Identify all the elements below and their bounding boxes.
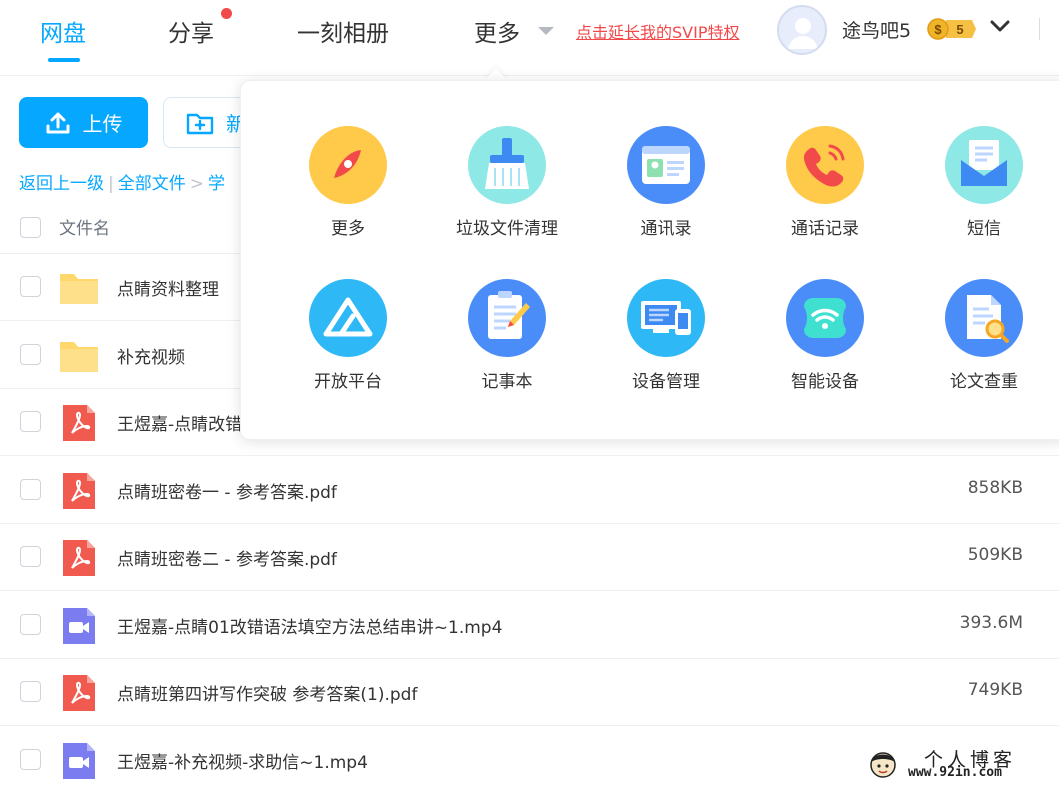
row-checkbox[interactable] [20, 411, 41, 432]
tool-call-log[interactable]: 通话记录 [755, 126, 895, 256]
row-checkbox[interactable] [20, 749, 41, 770]
wifi-icon [786, 279, 864, 357]
nav-tab-netdisk[interactable]: 网盘 [40, 14, 86, 48]
breadcrumb-chevron: > [189, 174, 204, 194]
active-tab-indicator [48, 58, 80, 62]
caret-down-icon[interactable] [538, 27, 554, 35]
default-user-icon [788, 18, 818, 49]
file-name[interactable]: 王煜嘉-点睛01改错语法填空方法总结串讲~1.mp4 [117, 613, 502, 638]
tool-label: 更多 [331, 219, 365, 239]
upload-label: 上传 [82, 112, 123, 136]
file-name[interactable]: 王煜嘉-点睛改错 [117, 410, 242, 435]
file-name[interactable]: 补充视频 [117, 343, 185, 368]
nav-tab-more[interactable]: 更多 [474, 14, 520, 48]
tool-open-platform[interactable]: 开放平台 [278, 279, 418, 409]
dropdown-caret [485, 68, 507, 80]
tool-contacts[interactable]: 通讯录 [596, 126, 736, 256]
username[interactable]: 途鸟吧5 [842, 16, 911, 43]
tool-junk-cleaner[interactable]: 垃圾文件清理 [437, 126, 577, 256]
breadcrumb-current[interactable]: 学 [208, 174, 225, 194]
breadcrumb: 返回上一级 | 全部文件 > 学 [19, 169, 225, 194]
file-size: 393.6M [959, 613, 1023, 633]
file-size: 749KB [967, 680, 1023, 700]
upload-button[interactable]: 上传 [19, 97, 148, 148]
chevron-down-icon[interactable] [989, 18, 1011, 34]
tool-paper-check[interactable]: 论文查重 [914, 279, 1054, 409]
row-checkbox[interactable] [20, 276, 41, 297]
breadcrumb-divider: | [108, 174, 114, 194]
open-platform-icon [309, 279, 387, 357]
tool-label: 通讯录 [640, 219, 692, 239]
row-checkbox[interactable] [20, 546, 41, 567]
document-search-icon [945, 279, 1023, 357]
file-name[interactable]: 点睛班密卷一 - 参考答案.pdf [117, 478, 337, 503]
pdf-file-icon [63, 473, 95, 509]
breadcrumb-back[interactable]: 返回上一级 [19, 174, 104, 194]
nav-tab-album[interactable]: 一刻相册 [297, 14, 389, 48]
video-file-icon [63, 608, 95, 644]
phone-icon [786, 126, 864, 204]
file-size: 509KB [967, 545, 1023, 565]
pdf-file-icon [63, 675, 95, 711]
pdf-file-icon [63, 540, 95, 576]
file-name[interactable]: 点睛班密卷二 - 参考答案.pdf [117, 545, 337, 570]
share-notification-dot [221, 8, 232, 19]
file-name[interactable]: 点睛班第四讲写作突破 参考答案(1).pdf [117, 680, 417, 705]
file-size: 858KB [967, 478, 1023, 498]
tool-notepad[interactable]: 记事本 [437, 279, 577, 409]
table-row[interactable]: 点睛班密卷一 - 参考答案.pdf 858KB [0, 457, 1059, 524]
video-file-icon [63, 743, 95, 779]
row-checkbox[interactable] [20, 479, 41, 500]
nav-tab-share[interactable]: 分享 [168, 14, 214, 48]
table-row[interactable]: 点睛班第四讲写作突破 参考答案(1).pdf 749KB [0, 659, 1059, 726]
folder-plus-icon [186, 113, 214, 134]
svg-text:5: 5 [956, 22, 963, 37]
broom-icon [468, 126, 546, 204]
tool-label: 垃圾文件清理 [456, 219, 558, 239]
select-all-checkbox[interactable] [20, 217, 41, 238]
breadcrumb-all-files[interactable]: 全部文件 [118, 174, 186, 194]
row-checkbox[interactable] [20, 344, 41, 365]
nav-divider [1039, 18, 1040, 40]
envelope-icon [945, 126, 1023, 204]
watermark-url: www.92in.com [908, 765, 1002, 780]
tool-label: 通话记录 [791, 219, 859, 239]
tool-device-management[interactable]: 设备管理 [596, 279, 736, 409]
more-tools-panel: 更多 垃圾文件清理 通讯录 通话记录 短信 开放平台 记事本 设备管理 智能设备… [240, 80, 1059, 440]
tool-label: 论文查重 [950, 372, 1018, 392]
cartoon-face-icon [870, 752, 896, 778]
file-name[interactable]: 王煜嘉-补充视频-求助信~1.mp4 [117, 748, 368, 773]
tool-label: 智能设备 [791, 372, 859, 392]
column-header-filename[interactable]: 文件名 [59, 214, 110, 239]
svg-text:$: $ [934, 22, 942, 37]
row-checkbox[interactable] [20, 614, 41, 635]
tool-label: 短信 [967, 219, 1001, 239]
blog-watermark: 个人博客 www.92in.com [862, 745, 1052, 783]
compass-icon [309, 126, 387, 204]
svip-renew-link[interactable]: 点击延长我的SVIP特权 [576, 19, 739, 43]
folder-icon [60, 274, 98, 304]
notepad-icon [468, 279, 546, 357]
tool-smart-devices[interactable]: 智能设备 [755, 279, 895, 409]
table-row[interactable]: 王煜嘉-点睛01改错语法填空方法总结串讲~1.mp4 393.6M [0, 592, 1059, 659]
tool-sms[interactable]: 短信 [914, 126, 1054, 256]
folder-icon [60, 342, 98, 372]
pdf-file-icon [63, 405, 95, 441]
svip-badge: $ 5 [924, 16, 976, 42]
tool-label: 开放平台 [314, 372, 382, 392]
contact-card-icon [627, 126, 705, 204]
avatar[interactable] [777, 5, 827, 55]
tool-more[interactable]: 更多 [278, 126, 418, 256]
row-checkbox[interactable] [20, 681, 41, 702]
top-nav: 网盘 分享 一刻相册 更多 点击延长我的SVIP特权 途鸟吧5 $ 5 [0, 0, 1059, 76]
file-name[interactable]: 点睛资料整理 [117, 275, 219, 300]
tool-label: 设备管理 [632, 372, 700, 392]
table-row[interactable]: 点睛班密卷二 - 参考答案.pdf 509KB [0, 524, 1059, 591]
upload-icon [46, 112, 69, 133]
devices-icon [627, 279, 705, 357]
tool-label: 记事本 [481, 372, 533, 392]
